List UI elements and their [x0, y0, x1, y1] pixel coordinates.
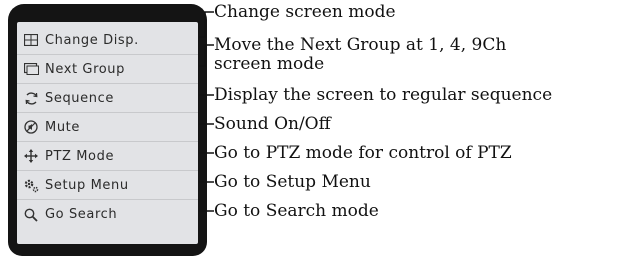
menu-item-label: Setup Menu — [45, 177, 129, 193]
ptz-arrows-icon — [23, 148, 39, 164]
description-mute: Sound On/Off — [214, 114, 331, 134]
description-go-search: Go to Search mode — [214, 201, 379, 221]
grid-icon — [23, 32, 39, 48]
menu-item-label: PTZ Mode — [45, 148, 115, 164]
sequence-icon — [23, 90, 39, 106]
menu-item-label: Sequence — [45, 90, 114, 106]
menu-item-label: Mute — [45, 119, 80, 135]
menu-item-ptz-mode[interactable]: PTZ Mode — [17, 142, 198, 171]
menu-item-setup-menu[interactable]: Setup Menu — [17, 171, 198, 200]
description-change-disp: Change screen mode — [214, 2, 396, 22]
menu-item-mute[interactable]: Mute — [17, 113, 198, 142]
menu-item-sequence[interactable]: Sequence — [17, 84, 198, 113]
description-next-group-line2: screen mode — [214, 54, 325, 74]
popup-menu-frame: Change Disp. Next Group Sequence Mute PT — [8, 4, 207, 256]
menu-item-next-group[interactable]: Next Group — [17, 55, 198, 84]
popup-menu: Change Disp. Next Group Sequence Mute PT — [17, 22, 198, 244]
menu-item-label: Next Group — [45, 61, 125, 77]
menu-item-change-disp[interactable]: Change Disp. — [17, 26, 198, 55]
gear-icon — [23, 177, 39, 193]
monitor-icon — [23, 61, 39, 77]
description-ptz-mode: Go to PTZ mode for control of PTZ — [214, 143, 512, 163]
search-icon — [23, 207, 39, 223]
description-setup-menu: Go to Setup Menu — [214, 172, 371, 192]
menu-item-label: Go Search — [45, 207, 118, 222]
description-next-group: Move the Next Group at 1, 4, 9Ch — [214, 35, 507, 55]
menu-item-go-search[interactable]: Go Search — [17, 200, 198, 229]
description-sequence: Display the screen to regular sequence — [214, 85, 553, 105]
mute-icon — [23, 119, 39, 135]
menu-item-label: Change Disp. — [45, 32, 139, 48]
